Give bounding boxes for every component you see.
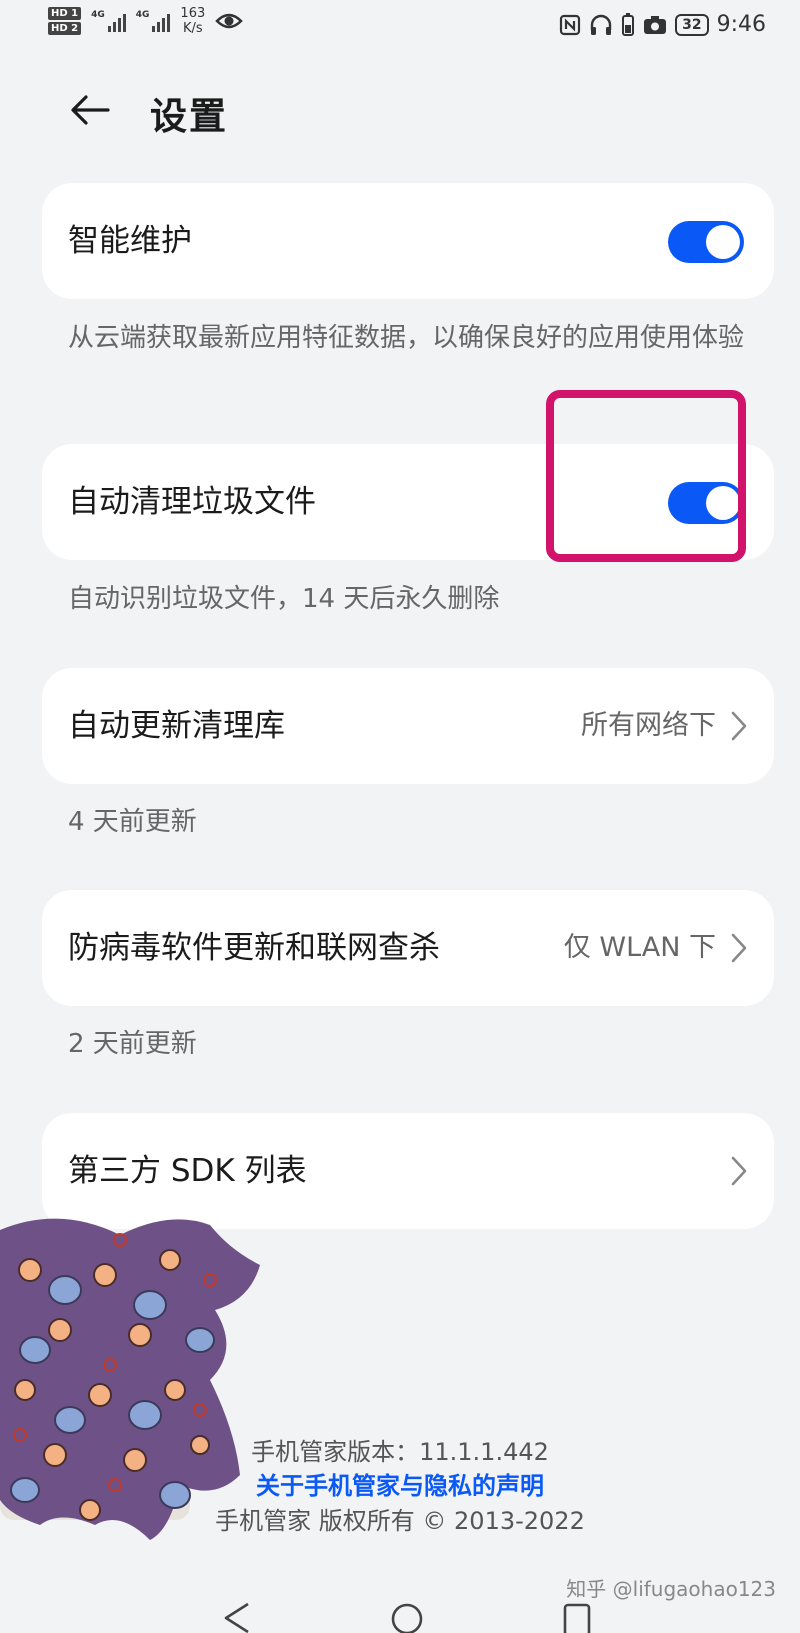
setting-label: 智能维护: [68, 223, 192, 259]
setting-value: 仅 WLAN 下: [563, 932, 716, 963]
headphones-icon: [590, 14, 612, 35]
network-speed: 163 K/s: [180, 6, 205, 36]
privacy-statement-link[interactable]: 关于手机管家与隐私的声明: [0, 1466, 800, 1501]
setting-label: 自动清理垃圾文件: [68, 484, 316, 520]
highlight-box: [546, 390, 746, 562]
signal-icon-sim1: 4G: [91, 10, 126, 32]
chevron-right-icon: [731, 933, 747, 963]
navigation-bar: [0, 1598, 800, 1633]
setting-description: 自动识别垃圾文件，14 天后永久删除: [68, 584, 500, 614]
nav-back-icon[interactable]: [222, 1602, 252, 1633]
setting-smart-maintenance[interactable]: 智能维护: [42, 183, 774, 299]
setting-label: 自动更新清理库: [68, 708, 285, 744]
status-bar: HD 1 HD 2 4G 4G 163 K/s 32 9:46: [0, 0, 800, 52]
hd2-badge: HD 2: [48, 22, 82, 35]
eye-icon: [215, 13, 244, 29]
setting-label: 防病毒软件更新和联网查杀: [68, 930, 440, 966]
clock: 9:46: [716, 12, 766, 37]
toggle-knob: [706, 225, 740, 259]
speed-value: 163: [180, 6, 206, 21]
chevron-right-icon: [731, 711, 747, 741]
hd-indicator: HD 1 HD 2: [48, 7, 82, 35]
signal-icon-sim2: 4G: [136, 10, 171, 32]
app-header: 设置: [0, 80, 800, 140]
network-type-2: 4G: [135, 10, 150, 20]
setting-value: 所有网络下: [581, 710, 716, 741]
device-battery-icon: [622, 12, 635, 36]
smart-maintenance-toggle[interactable]: [668, 221, 744, 263]
copyright-text: 手机管家 版权所有 © 2013-2022: [215, 1507, 585, 1535]
setting-description: 4 天前更新: [68, 807, 197, 837]
battery-level: 32: [675, 13, 709, 36]
hd1-badge: HD 1: [48, 7, 82, 20]
camera-icon: [644, 15, 667, 34]
nfc-icon: [560, 14, 581, 35]
setting-description: 2 天前更新: [68, 1029, 197, 1059]
network-type-1: 4G: [91, 10, 105, 20]
nav-recents-icon[interactable]: [562, 1602, 592, 1633]
chevron-right-icon: [731, 1156, 747, 1186]
setting-description: 从云端获取最新应用特征数据，以确保良好的应用使用体验: [68, 323, 745, 353]
nav-home-icon[interactable]: [390, 1602, 424, 1633]
setting-auto-update-clean-library[interactable]: 自动更新清理库 所有网络下: [42, 668, 774, 784]
setting-antivirus-update[interactable]: 防病毒软件更新和联网查杀 仅 WLAN 下: [42, 890, 774, 1006]
back-arrow-icon[interactable]: [66, 86, 114, 134]
page-title: 设置: [150, 95, 228, 138]
speed-unit: K/s: [182, 21, 203, 36]
app-version: 手机管家版本：11.1.1.442: [251, 1438, 549, 1466]
